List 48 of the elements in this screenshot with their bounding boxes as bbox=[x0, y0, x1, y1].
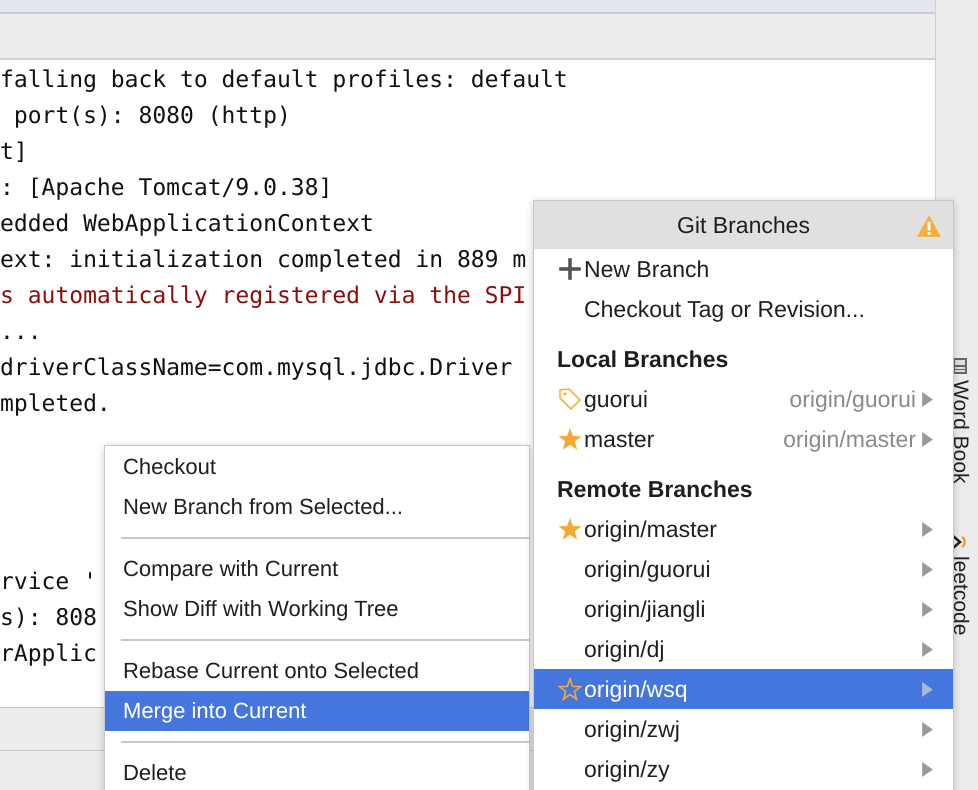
branch-item[interactable]: origin/master bbox=[534, 509, 953, 549]
star-outline-icon bbox=[558, 677, 582, 701]
branch-item[interactable]: master origin/master bbox=[534, 419, 953, 459]
submenu-arrow-icon bbox=[922, 432, 933, 446]
console-line: rvice ' bbox=[0, 568, 97, 597]
submenu-arrow-icon bbox=[922, 642, 933, 656]
console-line: s automatically registered via the SPI bbox=[0, 282, 526, 311]
submenu-arrow-icon bbox=[922, 722, 933, 736]
submenu-arrow-icon bbox=[922, 602, 933, 616]
star-icon bbox=[558, 427, 582, 451]
popup-action[interactable]: Checkout Tag or Revision... bbox=[534, 289, 953, 329]
submenu-arrow-icon bbox=[922, 522, 933, 536]
menu-item[interactable]: Rebase Current onto Selected bbox=[105, 651, 529, 691]
menu-item[interactable]: Compare with Current bbox=[105, 549, 529, 589]
submenu-arrow-icon bbox=[922, 562, 933, 576]
menu-item[interactable]: Show Diff with Working Tree bbox=[105, 589, 529, 629]
branch-item[interactable]: origin/wsq bbox=[534, 669, 953, 709]
console-line: ext: initialization completed in 889 m bbox=[0, 246, 526, 275]
section-heading: Remote Branches bbox=[556, 475, 754, 504]
menu-item[interactable]: Merge into Current bbox=[105, 691, 529, 731]
popup-title: Git Branches bbox=[677, 212, 810, 238]
console-line: rApplic bbox=[0, 640, 97, 669]
star-icon bbox=[558, 517, 582, 541]
submenu-arrow-icon bbox=[922, 392, 933, 406]
branch-item[interactable]: origin/dj bbox=[534, 629, 953, 669]
submenu-arrow-icon bbox=[922, 682, 933, 696]
branch-item[interactable]: origin/jiangli bbox=[534, 589, 953, 629]
console-line: falling back to default profiles: default bbox=[0, 66, 568, 95]
tag-icon bbox=[558, 387, 582, 411]
menu-item[interactable]: Delete bbox=[105, 753, 529, 790]
console-line: edded WebApplicationContext bbox=[0, 210, 374, 239]
console-line: : [Apache Tomcat/9.0.38] bbox=[0, 174, 332, 203]
popup-action[interactable]: New Branch bbox=[534, 249, 953, 289]
console-line: driverClassName=com.mysql.jdbc.Driver bbox=[0, 354, 512, 383]
menu-item[interactable]: Checkout bbox=[105, 447, 529, 487]
console-line: mpleted. bbox=[0, 390, 111, 419]
submenu-arrow-icon bbox=[922, 762, 933, 776]
branch-item[interactable]: origin/zwj bbox=[534, 709, 953, 749]
plus-icon bbox=[558, 257, 582, 281]
branch-item[interactable]: origin/zy bbox=[534, 749, 953, 789]
branch-item[interactable]: origin/guorui bbox=[534, 549, 953, 589]
console-line: s): 808 bbox=[0, 604, 97, 633]
console-line: t] bbox=[0, 138, 28, 167]
section-heading: Local Branches bbox=[556, 345, 730, 374]
branch-item[interactable]: guorui origin/guorui bbox=[534, 379, 953, 419]
menu-item[interactable]: New Branch from Selected... bbox=[105, 487, 529, 527]
console-line: ... bbox=[0, 318, 42, 347]
console-line: port(s): 8080 (http) bbox=[12, 102, 291, 131]
